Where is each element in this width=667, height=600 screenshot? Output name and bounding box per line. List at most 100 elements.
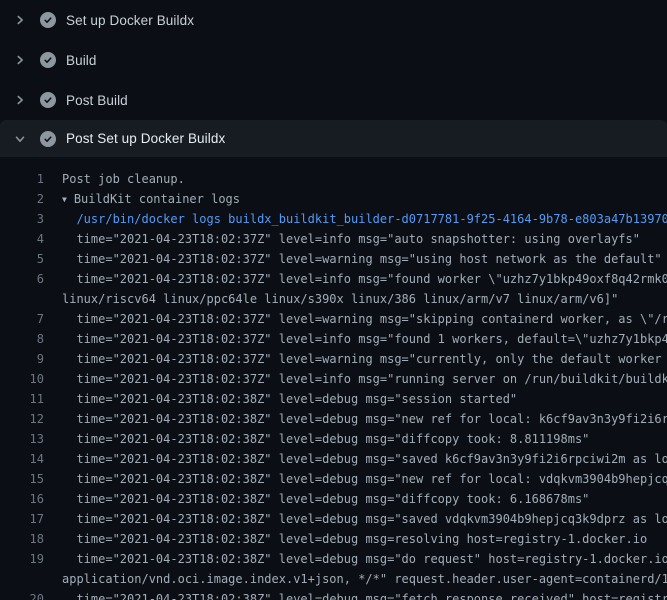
log-line: 6 time="2021-04-23T18:02:37Z" level=info… [0, 269, 667, 289]
log-line-number[interactable]: 2 [0, 189, 44, 209]
log-line-number[interactable]: 7 [0, 309, 44, 329]
check-circle-icon [40, 131, 56, 147]
log-line-number[interactable]: 6 [0, 269, 44, 289]
log-line: 18 time="2021-04-23T18:02:38Z" level=deb… [0, 529, 667, 549]
check-circle-icon [40, 12, 56, 28]
log-line: 1 Post job cleanup. [0, 169, 667, 189]
log-line-number[interactable]: 11 [0, 389, 44, 409]
step-title: Build [66, 53, 97, 68]
log-line-number[interactable]: 3 [0, 209, 44, 229]
chevron-right-icon [12, 92, 28, 108]
step-row-post-build[interactable]: Post Build [0, 80, 667, 120]
log-line-number[interactable]: 5 [0, 249, 44, 269]
log-text-value: /usr/bin/docker logs buildx_buildkit_bui… [76, 212, 667, 226]
log-text: time="2021-04-23T18:02:38Z" level=debug … [62, 489, 589, 509]
log-line: 16 time="2021-04-23T18:02:38Z" level=deb… [0, 489, 667, 509]
log-text-value: time="2021-04-23T18:02:38Z" level=debug … [76, 452, 667, 466]
log-line-number[interactable]: 8 [0, 329, 44, 349]
log-line-number[interactable]: 13 [0, 429, 44, 449]
group-expand-caret-icon[interactable]: ▼ [62, 190, 67, 209]
log-line-number[interactable]: 4 [0, 229, 44, 249]
log-text-content: time="2021-04-23T18:02:38Z" level=debug … [62, 552, 667, 566]
step-row-set-up-docker-buildx[interactable]: Set up Docker Buildx [0, 0, 667, 40]
log-line-number[interactable]: 16 [0, 489, 44, 509]
log-line-number[interactable]: 15 [0, 469, 44, 489]
log-text-value: time="2021-04-23T18:02:37Z" level=info m… [76, 332, 667, 346]
log-text-content: time="2021-04-23T18:02:37Z" level=info m… [62, 332, 667, 346]
log-line-number[interactable]: 12 [0, 409, 44, 429]
log-text-content: time="2021-04-23T18:02:38Z" level=debug … [62, 452, 667, 466]
log-line-number[interactable]: 10 [0, 369, 44, 389]
log-text-content: time="2021-04-23T18:02:38Z" level=debug … [62, 432, 589, 446]
log-text: time="2021-04-23T18:02:38Z" level=debug … [62, 389, 517, 409]
log-text-content: time="2021-04-23T18:02:37Z" level=warnin… [62, 352, 667, 366]
log-line: 5 time="2021-04-23T18:02:37Z" level=warn… [0, 249, 667, 269]
log-line-number[interactable]: 17 [0, 509, 44, 529]
log-text-value: time="2021-04-23T18:02:38Z" level=debug … [76, 392, 517, 406]
log-text-value: application/vnd.oci.image.index.v1+json,… [62, 572, 667, 586]
log-line: 11 time="2021-04-23T18:02:38Z" level=deb… [0, 389, 667, 409]
log-text: time="2021-04-23T18:02:38Z" level=debug … [62, 409, 667, 429]
log-text-content: time="2021-04-23T18:02:38Z" level=debug … [62, 532, 647, 546]
log-line-number[interactable]: 20 [0, 589, 44, 600]
step-title: Post Set up Docker Buildx [66, 131, 225, 146]
log-group-label[interactable]: ▼BuildKit container logs [62, 189, 240, 209]
log-line-number[interactable]: 14 [0, 449, 44, 469]
log-line: 10 time="2021-04-23T18:02:37Z" level=inf… [0, 369, 667, 389]
log-text: time="2021-04-23T18:02:38Z" level=debug … [62, 529, 647, 549]
log-text: time="2021-04-23T18:02:37Z" level=info m… [62, 369, 667, 389]
log-text: time="2021-04-23T18:02:37Z" level=info m… [62, 229, 640, 249]
log-line: 19 time="2021-04-23T18:02:38Z" level=deb… [0, 549, 667, 569]
log-line: 8 time="2021-04-23T18:02:37Z" level=info… [0, 329, 667, 349]
log-line-number [0, 289, 44, 309]
log-text-value: time="2021-04-23T18:02:37Z" level=warnin… [76, 352, 667, 366]
log-text-content: time="2021-04-23T18:02:38Z" level=debug … [62, 412, 667, 426]
log-line-number[interactable]: 1 [0, 169, 44, 189]
log-text-content: time="2021-04-23T18:02:38Z" level=debug … [62, 512, 667, 526]
log-text-content: time="2021-04-23T18:02:37Z" level=info m… [62, 232, 640, 246]
log-text-value: time="2021-04-23T18:02:38Z" level=debug … [76, 412, 667, 426]
step-row-build[interactable]: Build [0, 40, 667, 80]
step-row-post-set-up-docker-buildx[interactable]: Post Set up Docker Buildx [0, 120, 667, 157]
log-text-value: time="2021-04-23T18:02:37Z" level=info m… [76, 232, 640, 246]
log-text: linux/riscv64 linux/ppc64le linux/s390x … [62, 289, 618, 309]
log-line: 4 time="2021-04-23T18:02:37Z" level=info… [0, 229, 667, 249]
log-text-value: time="2021-04-23T18:02:37Z" level=warnin… [76, 252, 661, 266]
log-text-content: time="2021-04-23T18:02:37Z" level=info m… [62, 372, 667, 386]
log-line: 17 time="2021-04-23T18:02:38Z" level=deb… [0, 509, 667, 529]
log-command-text: /usr/bin/docker logs buildx_buildkit_bui… [62, 209, 667, 229]
log-viewer[interactable]: 1 Post job cleanup. 2 ▼BuildKit container l… [0, 157, 667, 600]
log-text: time="2021-04-23T18:02:37Z" level=info m… [62, 329, 667, 349]
log-text-content: time="2021-04-23T18:02:37Z" level=warnin… [62, 312, 667, 326]
log-text-value: time="2021-04-23T18:02:38Z" level=debug … [76, 532, 647, 546]
log-text-content: time="2021-04-23T18:02:38Z" level=debug … [62, 392, 517, 406]
log-line-number[interactable]: 9 [0, 349, 44, 369]
chevron-down-icon [12, 131, 28, 147]
log-text-content: time="2021-04-23T18:02:37Z" level=warnin… [62, 252, 662, 266]
log-text-value: time="2021-04-23T18:02:38Z" level=debug … [76, 492, 589, 506]
log-text: time="2021-04-23T18:02:38Z" level=debug … [62, 509, 667, 529]
log-text-content: time="2021-04-23T18:02:37Z" level=info m… [62, 272, 667, 286]
log-text: time="2021-04-23T18:02:38Z" level=debug … [62, 449, 667, 469]
log-text-content: time="2021-04-23T18:02:38Z" level=debug … [62, 472, 667, 486]
log-line: 7 time="2021-04-23T18:02:37Z" level=warn… [0, 309, 667, 329]
log-text-value: time="2021-04-23T18:02:37Z" level=info m… [76, 272, 667, 286]
chevron-right-icon [12, 12, 28, 28]
log-text-value: time="2021-04-23T18:02:38Z" level=debug … [76, 592, 667, 600]
log-text-content: application/vnd.oci.image.index.v1+json,… [62, 572, 667, 586]
log-text: time="2021-04-23T18:02:38Z" level=debug … [62, 549, 667, 569]
log-text: time="2021-04-23T18:02:38Z" level=debug … [62, 469, 667, 489]
log-text: time="2021-04-23T18:02:37Z" level=info m… [62, 269, 667, 289]
log-line: 3 /usr/bin/docker logs buildx_buildkit_b… [0, 209, 667, 229]
log-line: 12 time="2021-04-23T18:02:38Z" level=deb… [0, 409, 667, 429]
log-line-number[interactable]: 18 [0, 529, 44, 549]
log-text-value: time="2021-04-23T18:02:38Z" level=debug … [76, 472, 667, 486]
step-list: Set up Docker Buildx Build Post Build Post … [0, 0, 667, 157]
log-text-content: Post job cleanup. [62, 172, 185, 186]
log-text-content: linux/riscv64 linux/ppc64le linux/s390x … [62, 292, 618, 306]
log-text-content: /usr/bin/docker logs buildx_buildkit_bui… [62, 212, 667, 226]
log-text: time="2021-04-23T18:02:37Z" level=warnin… [62, 349, 667, 369]
log-line: 2 ▼BuildKit container logs [0, 189, 667, 209]
log-line-number[interactable]: 19 [0, 549, 44, 569]
log-text-value: time="2021-04-23T18:02:38Z" level=debug … [76, 512, 667, 526]
